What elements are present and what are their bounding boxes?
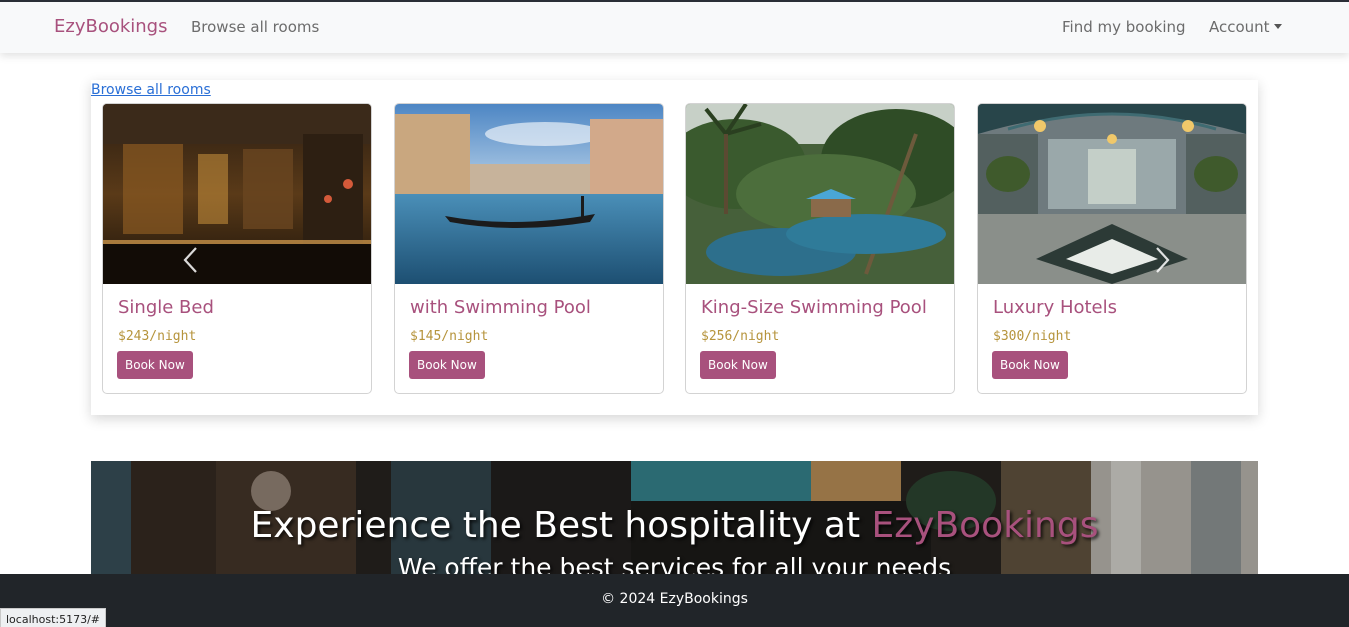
room-price: $256/night [701,329,780,344]
rooms-carousel: Browse all rooms Single Bed $243/night B… [91,80,1258,415]
status-bar-url: localhost:5173/# [0,608,106,627]
book-now-button[interactable]: Book Now [700,351,776,379]
room-price: $243/night [118,329,197,344]
room-image [103,104,371,284]
hero-subtitle: We offer the best services for all your … [397,553,952,576]
brand-logo-link[interactable]: EzyBookings [54,16,167,37]
room-image [686,104,954,284]
book-now-button[interactable]: Book Now [992,351,1068,379]
room-title: with Swimming Pool [410,297,591,318]
book-now-button[interactable]: Book Now [117,351,193,379]
nav-browse-rooms-link[interactable]: Browse all rooms [191,18,319,36]
room-title: King-Size Swimming Pool [701,297,927,318]
account-label: Account [1209,18,1270,36]
footer: © 2024 EzyBookings [0,574,1349,627]
room-price: $145/night [410,329,489,344]
caret-down-icon [1273,24,1282,29]
hero-title: Experience the Best hospitality at EzyBo… [91,505,1258,546]
hero-banner: Experience the Best hospitality at EzyBo… [91,461,1258,576]
room-card: King-Size Swimming Pool $256/night Book … [685,103,955,394]
footer-copyright: © 2024 EzyBookings [601,591,748,607]
hero-title-brand: EzyBookings [871,505,1099,546]
room-image [978,104,1246,284]
room-image [395,104,663,284]
room-title: Single Bed [118,297,214,318]
navbar: EzyBookings Browse all rooms Find my boo… [0,2,1349,53]
account-dropdown[interactable]: Account [1209,18,1282,36]
room-card: with Swimming Pool $145/night Book Now [394,103,664,394]
room-card: Single Bed $243/night Book Now [102,103,372,394]
browse-all-rooms-link[interactable]: Browse all rooms [91,82,211,98]
room-title: Luxury Hotels [993,297,1118,318]
room-card: Luxury Hotels $300/night Book Now [977,103,1247,394]
hero-title-prefix: Experience the Best hospitality at [250,505,872,546]
chevron-left-icon[interactable] [179,244,203,276]
room-price: $300/night [993,329,1072,344]
book-now-button[interactable]: Book Now [409,351,485,379]
nav-find-booking-link[interactable]: Find my booking [1062,18,1186,36]
chevron-right-icon[interactable] [1150,244,1174,276]
